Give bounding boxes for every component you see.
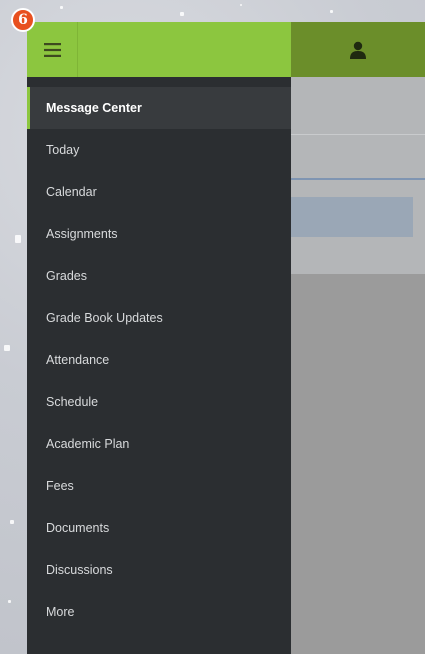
main-content-dimmed: [291, 77, 425, 654]
drawer-item-message-center[interactable]: Message Center: [27, 87, 291, 129]
navigation-drawer: Message Center Today Calendar Assignment…: [27, 77, 291, 654]
top-app-bar: [27, 22, 425, 77]
drawer-item-today[interactable]: Today: [27, 129, 291, 171]
background-speck: [60, 6, 63, 9]
background-speck: [330, 10, 333, 13]
drawer-item-grade-book-updates[interactable]: Grade Book Updates: [27, 297, 291, 339]
drawer-item-schedule[interactable]: Schedule: [27, 381, 291, 423]
content-panel: [291, 77, 425, 274]
drawer-item-fees[interactable]: Fees: [27, 465, 291, 507]
background-speck: [180, 12, 184, 16]
drawer-item-more[interactable]: More: [27, 591, 291, 633]
user-icon: [350, 41, 366, 59]
hamburger-menu-button[interactable]: [27, 22, 78, 77]
content-card: [291, 197, 413, 237]
drawer-item-documents[interactable]: Documents: [27, 507, 291, 549]
drawer-item-attendance[interactable]: Attendance: [27, 339, 291, 381]
drawer-item-calendar[interactable]: Calendar: [27, 171, 291, 213]
divider: [291, 134, 425, 135]
app-screen: Message Center Today Calendar Assignment…: [27, 22, 425, 654]
drawer-header: [27, 22, 291, 77]
background-speck: [15, 235, 21, 243]
background-speck: [10, 520, 14, 524]
background-speck: [240, 4, 242, 6]
drawer-item-discussions[interactable]: Discussions: [27, 549, 291, 591]
drawer-item-academic-plan[interactable]: Academic Plan: [27, 423, 291, 465]
user-profile-button[interactable]: [291, 22, 425, 77]
background-speck: [8, 600, 11, 603]
drawer-item-grades[interactable]: Grades: [27, 255, 291, 297]
drawer-item-assignments[interactable]: Assignments: [27, 213, 291, 255]
step-number-badge: 6: [11, 8, 35, 32]
background-speck: [4, 345, 10, 351]
tab-underline: [291, 178, 425, 180]
hamburger-menu-icon: [43, 42, 61, 57]
